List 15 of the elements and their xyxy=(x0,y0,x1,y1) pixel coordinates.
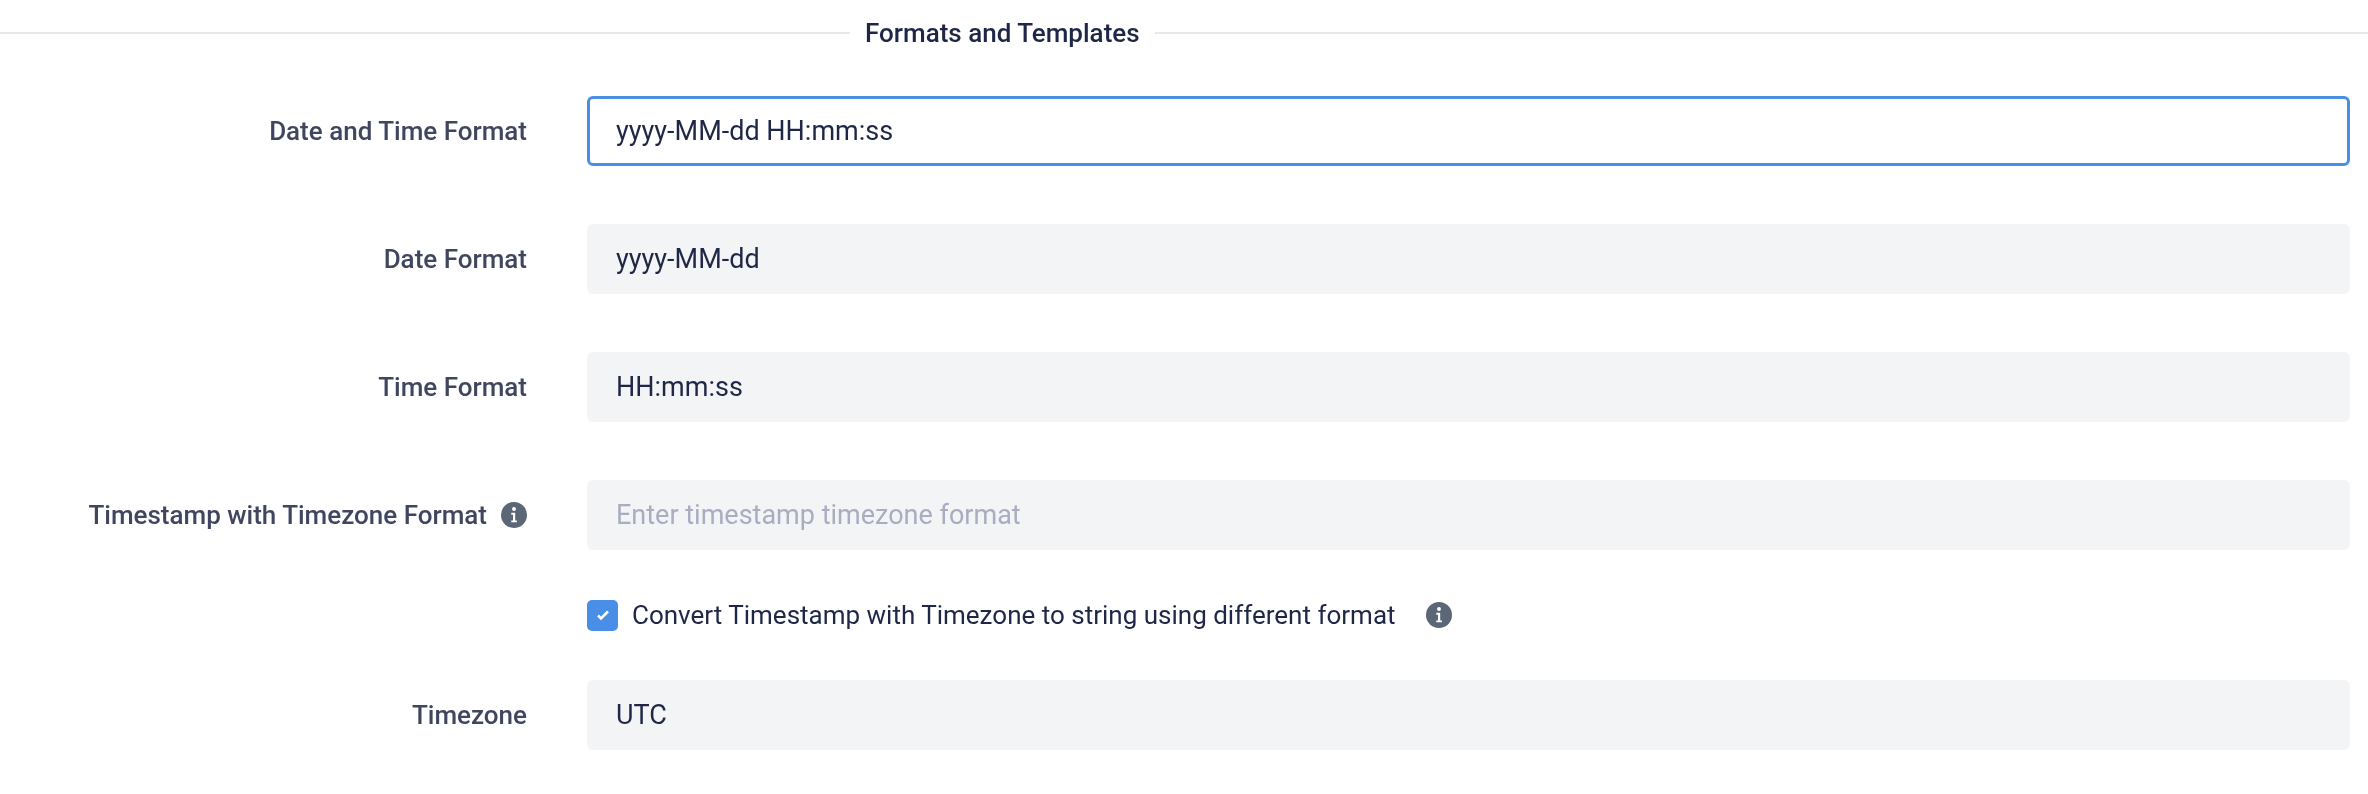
checkbox-label: Convert Timestamp with Timezone to string using different format xyxy=(632,598,1396,632)
field-label: Date and Time Format xyxy=(269,114,527,148)
field-label: Date Format xyxy=(383,242,527,276)
field-label: Time Format xyxy=(378,370,527,404)
field-label: Timezone xyxy=(411,698,527,732)
checkbox[interactable] xyxy=(587,599,618,631)
section-title: Formats and Templates xyxy=(864,16,1141,50)
input-field[interactable]: UTC xyxy=(587,680,2350,750)
info-icon[interactable] xyxy=(1425,602,1452,628)
input-field[interactable]: HH:mm:ss xyxy=(587,352,2350,422)
input-field[interactable]: yyyy-MM-dd xyxy=(587,224,2350,294)
input-field[interactable]: yyyy-MM-dd HH:mm:ss xyxy=(587,96,2350,166)
info-icon[interactable] xyxy=(501,502,527,528)
input-field[interactable]: Enter timestamp timezone format xyxy=(587,480,2350,550)
field-label: Timestamp with Timezone Format xyxy=(88,498,487,532)
